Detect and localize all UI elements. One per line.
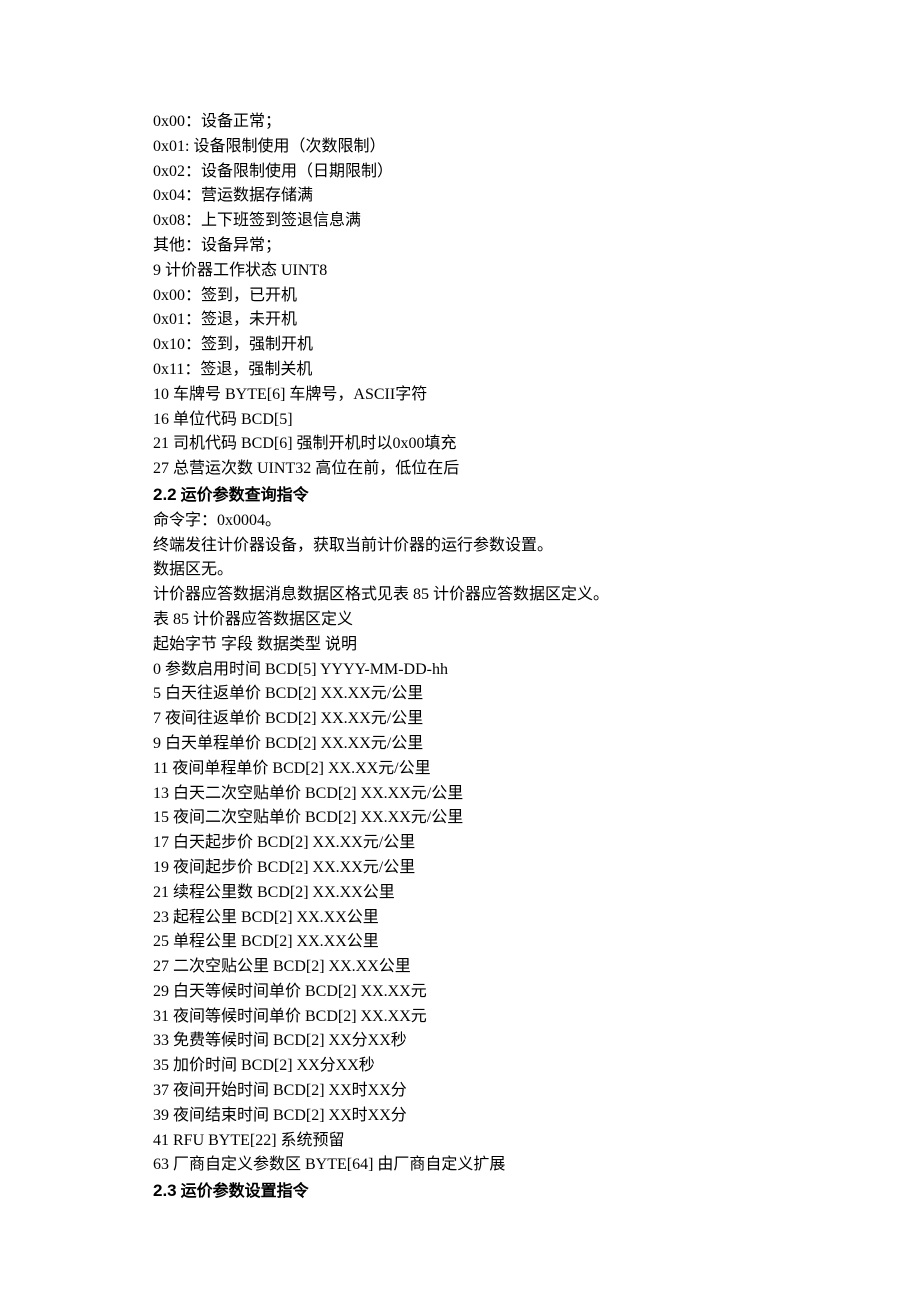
- text-line: 起始字节 字段 数据类型 说明: [153, 633, 773, 658]
- text-line: 10 车牌号 BYTE[6] 车牌号，ASCII字符: [153, 383, 773, 408]
- text-line: 0x01：签退，未开机: [153, 308, 773, 333]
- text-line: 31 夜间等候时间单价 BCD[2] XX.XX元: [153, 1005, 773, 1030]
- text-line: 29 白天等候时间单价 BCD[2] XX.XX元: [153, 980, 773, 1005]
- text-line: 0x10：签到，强制开机: [153, 333, 773, 358]
- section-heading: 2.2 运价参数查询指令: [153, 482, 773, 509]
- text-line: 41 RFU BYTE[22] 系统预留: [153, 1129, 773, 1154]
- text-line: 其他：设备异常；: [153, 234, 773, 259]
- text-line: 5 白天往返单价 BCD[2] XX.XX元/公里: [153, 682, 773, 707]
- text-line: 9 计价器工作状态 UINT8: [153, 259, 773, 284]
- text-line: 15 夜间二次空贴单价 BCD[2] XX.XX元/公里: [153, 806, 773, 831]
- text-line: 数据区无。: [153, 558, 773, 583]
- text-line: 计价器应答数据消息数据区格式见表 85 计价器应答数据区定义。: [153, 583, 773, 608]
- heading-number: 2.2: [153, 485, 177, 504]
- text-line: 11 夜间单程单价 BCD[2] XX.XX元/公里: [153, 757, 773, 782]
- text-line: 13 白天二次空贴单价 BCD[2] XX.XX元/公里: [153, 782, 773, 807]
- text-line: 25 单程公里 BCD[2] XX.XX公里: [153, 930, 773, 955]
- text-line: 0x02：设备限制使用（日期限制）: [153, 160, 773, 185]
- text-line: 终端发往计价器设备，获取当前计价器的运行参数设置。: [153, 534, 773, 559]
- text-line: 63 厂商自定义参数区 BYTE[64] 由厂商自定义扩展: [153, 1153, 773, 1178]
- text-line: 命令字：0x0004。: [153, 509, 773, 534]
- text-line: 37 夜间开始时间 BCD[2] XX时XX分: [153, 1079, 773, 1104]
- text-line: 9 白天单程单价 BCD[2] XX.XX元/公里: [153, 732, 773, 757]
- text-line: 表 85 计价器应答数据区定义: [153, 608, 773, 633]
- text-line: 0x08：上下班签到签退信息满: [153, 209, 773, 234]
- text-line: 39 夜间结束时间 BCD[2] XX时XX分: [153, 1104, 773, 1129]
- text-line: 21 续程公里数 BCD[2] XX.XX公里: [153, 881, 773, 906]
- document-page: 0x00：设备正常；0x01: 设备限制使用（次数限制）0x02：设备限制使用（…: [0, 0, 773, 1205]
- section-heading: 2.3 运价参数设置指令: [153, 1178, 773, 1205]
- text-line: 0x00：设备正常；: [153, 110, 773, 135]
- text-line: 17 白天起步价 BCD[2] XX.XX元/公里: [153, 831, 773, 856]
- text-line: 0x01: 设备限制使用（次数限制）: [153, 135, 773, 160]
- heading-title: 运价参数设置指令: [181, 1183, 309, 1200]
- text-line: 0x11：签退，强制关机: [153, 358, 773, 383]
- text-line: 0x04：营运数据存储满: [153, 184, 773, 209]
- heading-title: 运价参数查询指令: [181, 487, 309, 504]
- text-line: 27 二次空贴公里 BCD[2] XX.XX公里: [153, 955, 773, 980]
- text-line: 35 加价时间 BCD[2] XX分XX秒: [153, 1054, 773, 1079]
- text-line: 0x00：签到，已开机: [153, 284, 773, 309]
- text-line: 7 夜间往返单价 BCD[2] XX.XX元/公里: [153, 707, 773, 732]
- heading-number: 2.3: [153, 1181, 177, 1200]
- text-line: 0 参数启用时间 BCD[5] YYYY-MM-DD-hh: [153, 658, 773, 683]
- text-line: 16 单位代码 BCD[5]: [153, 408, 773, 433]
- text-line: 19 夜间起步价 BCD[2] XX.XX元/公里: [153, 856, 773, 881]
- text-line: 27 总营运次数 UINT32 高位在前，低位在后: [153, 457, 773, 482]
- text-line: 21 司机代码 BCD[6] 强制开机时以0x00填充: [153, 432, 773, 457]
- text-line: 33 免费等候时间 BCD[2] XX分XX秒: [153, 1029, 773, 1054]
- text-line: 23 起程公里 BCD[2] XX.XX公里: [153, 906, 773, 931]
